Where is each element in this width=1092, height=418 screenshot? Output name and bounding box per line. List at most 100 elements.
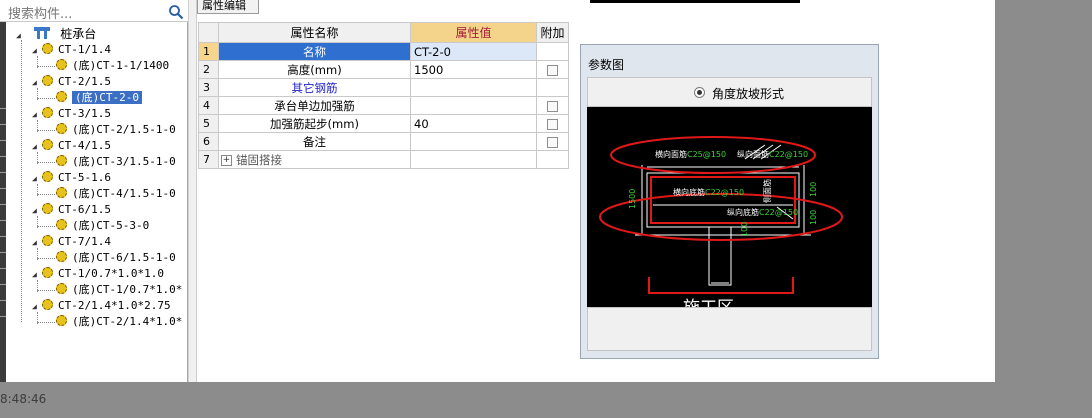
tree-item[interactable]: ◢ CT-3/1.5 bbox=[32, 106, 111, 122]
top-h-value: C25@150 bbox=[687, 150, 726, 159]
table-row[interactable]: 1 名称 CT-2-0 bbox=[198, 42, 569, 61]
row-number: 1 bbox=[198, 42, 219, 61]
gear-icon bbox=[56, 155, 67, 166]
angle-slope-radio[interactable] bbox=[694, 87, 705, 98]
tree-child-item[interactable]: (底)CT-2/1.4*1.0* bbox=[56, 314, 182, 330]
tree-item-label: CT-2/1.5 bbox=[58, 75, 111, 88]
search-input[interactable]: 搜索构件... bbox=[8, 3, 72, 22]
expand-icon[interactable]: + bbox=[221, 154, 232, 166]
bot-h-value: C22@150 bbox=[705, 188, 744, 197]
tree-item[interactable]: ◢ CT-7/1.4 bbox=[32, 234, 111, 250]
dim-right-2: 100 bbox=[809, 210, 818, 225]
tree-item[interactable]: ◢ CT-2/1.5 bbox=[32, 74, 111, 90]
pile-cap-drawing: 横向面筋C25@150 纵向面筋C22@150 横向底筋C22@150 纵向底筋… bbox=[599, 136, 843, 307]
tree-child-item[interactable]: (底)CT-3/1.5-1-0 bbox=[56, 154, 176, 170]
property-value-cell[interactable]: 40 bbox=[410, 114, 537, 133]
property-name-cell: 备注 bbox=[218, 132, 411, 151]
property-value-cell[interactable] bbox=[410, 132, 537, 151]
property-value-cell[interactable]: 1500 bbox=[410, 60, 537, 79]
search-icon[interactable] bbox=[166, 3, 186, 21]
tree-item[interactable]: ◢ CT-6/1.5 bbox=[32, 202, 111, 218]
extra-checkbox[interactable] bbox=[547, 100, 558, 112]
gear-icon bbox=[56, 315, 67, 326]
parameter-footer bbox=[587, 307, 872, 351]
property-value-cell[interactable] bbox=[410, 96, 537, 115]
property-value-cell[interactable] bbox=[410, 78, 537, 97]
property-name: 高度(mm) bbox=[287, 62, 342, 77]
gear-icon bbox=[56, 219, 67, 230]
svg-text:纵向底筋C22@150: 纵向底筋C22@150 bbox=[727, 207, 798, 217]
header-property-name: 属性名称 bbox=[218, 22, 411, 43]
tree-item-label: CT-6/1.5 bbox=[58, 203, 111, 216]
gear-icon bbox=[56, 251, 67, 262]
tree-item-label: CT-4/1.5 bbox=[58, 139, 111, 152]
gear-icon bbox=[42, 267, 53, 278]
extra-cell bbox=[536, 42, 569, 61]
tree-child-label: (底)CT-1/0.7*1.0* bbox=[72, 283, 183, 296]
tree-child-item[interactable]: (底)CT-4/1.5-1-0 bbox=[56, 186, 176, 202]
panel-splitter[interactable] bbox=[188, 0, 197, 382]
extra-cell bbox=[536, 150, 569, 169]
tree-child-item[interactable]: (底)CT-2/1.5-1-0 bbox=[56, 122, 176, 138]
gear-icon bbox=[42, 171, 53, 182]
gear-icon bbox=[42, 107, 53, 118]
extra-checkbox[interactable] bbox=[547, 136, 558, 148]
tree-child-label: (底)CT-4/1.5-1-0 bbox=[72, 187, 176, 200]
tree-item-label: CT-1/0.7*1.0*1.0 bbox=[58, 267, 164, 280]
tree-child-item[interactable]: (底)CT-6/1.5-1-0 bbox=[56, 250, 176, 266]
tree-item-label: CT-5-1.6 bbox=[58, 171, 111, 184]
extra-checkbox[interactable] bbox=[547, 118, 558, 130]
angle-slope-radio-label[interactable]: 角度放坡形式 bbox=[712, 85, 784, 102]
property-value[interactable]: 40 bbox=[414, 117, 429, 131]
tree-child-item[interactable]: (底)CT-1-1/1400 bbox=[56, 58, 169, 74]
tree-item[interactable]: ◢ CT-1/0.7*1.0*1.0 bbox=[32, 266, 164, 282]
row-number: 6 bbox=[198, 132, 219, 151]
property-value[interactable]: CT-2-0 bbox=[414, 45, 451, 59]
tree-root[interactable]: ◢ 桩承台 bbox=[16, 26, 96, 42]
table-row[interactable]: 4 承台单边加强筋 bbox=[198, 96, 569, 115]
corner-cell bbox=[198, 22, 219, 43]
tree-child-label: (底)CT-2/1.5-1-0 bbox=[72, 123, 176, 136]
row-number: 3 bbox=[198, 78, 219, 97]
tree-child-item[interactable]: (底)CT-1/0.7*1.0* bbox=[56, 282, 182, 298]
tree-item[interactable]: ◢ CT-1/1.4 bbox=[32, 42, 111, 58]
gear-icon bbox=[56, 187, 67, 198]
svg-text:横向底筋C22@150: 横向底筋C22@150 bbox=[673, 187, 744, 197]
table-row[interactable]: 5 加强筋起步(mm) 40 bbox=[198, 114, 569, 133]
gear-icon bbox=[42, 235, 53, 246]
extra-cell[interactable] bbox=[536, 60, 569, 79]
tree-item-label: CT-3/1.5 bbox=[58, 107, 111, 120]
table-row[interactable]: 7 + 锚固搭接 bbox=[198, 150, 569, 169]
tree-child-item[interactable]: (底)CT-2-0 bbox=[56, 90, 142, 106]
property-name-cell: + 锚固搭接 bbox=[218, 150, 411, 169]
header-extra: 附加 bbox=[536, 22, 569, 43]
table-row[interactable]: 6 备注 bbox=[198, 132, 569, 151]
bot-h-label: 横向底筋 bbox=[673, 187, 705, 197]
gear-icon bbox=[56, 91, 67, 102]
tree-child-item[interactable]: (底)CT-5-3-0 bbox=[56, 218, 149, 234]
property-value-cell[interactable] bbox=[410, 150, 537, 169]
parameter-diagram-panel: 参数图 角度放坡形式 横向面筋C25@150 纵向面筋C22@150 横向底筋C… bbox=[580, 44, 879, 359]
property-name-cell: 承台单边加强筋 bbox=[218, 96, 411, 115]
component-tree[interactable]: ◢ 桩承台 ◢ CT-1/1.4 (底)CT-1-1/1400 ◢ CT-2/1.5 (底… bbox=[6, 22, 188, 382]
search-box[interactable]: 搜索构件... bbox=[0, 0, 188, 22]
extra-cell[interactable] bbox=[536, 132, 569, 151]
tab-property-edit[interactable]: 属性编辑 bbox=[197, 0, 259, 14]
extra-checkbox[interactable] bbox=[547, 64, 558, 76]
tree-item[interactable]: ◢ CT-5-1.6 bbox=[32, 170, 111, 186]
extra-cell[interactable] bbox=[536, 96, 569, 115]
property-value[interactable]: 1500 bbox=[414, 63, 443, 77]
table-row[interactable]: 2 高度(mm) 1500 bbox=[198, 60, 569, 79]
tree-root-label: 桩承台 bbox=[60, 27, 97, 41]
collapse-icon[interactable]: ◢ bbox=[16, 28, 26, 44]
tree-item[interactable]: ◢ CT-2/1.4*1.0*2.75 bbox=[32, 298, 171, 314]
property-value-cell[interactable]: CT-2-0 bbox=[410, 42, 537, 61]
table-row[interactable]: 3 其它钢筋 bbox=[198, 78, 569, 97]
tree-item-label: CT-2/1.4*1.0*2.75 bbox=[58, 299, 171, 312]
tree-child-label: (底)CT-2/1.4*1.0* bbox=[72, 315, 183, 328]
property-grid: 属性名称 属性值 附加 1 名称 CT-2-0 2 高度(mm) 1500 3 其它钢筋 4 承台… bbox=[198, 22, 569, 169]
row-number: 2 bbox=[198, 60, 219, 79]
extra-cell[interactable] bbox=[536, 114, 569, 133]
property-name: 锚固搭接 bbox=[236, 152, 282, 167]
tree-item[interactable]: ◢ CT-4/1.5 bbox=[32, 138, 111, 154]
